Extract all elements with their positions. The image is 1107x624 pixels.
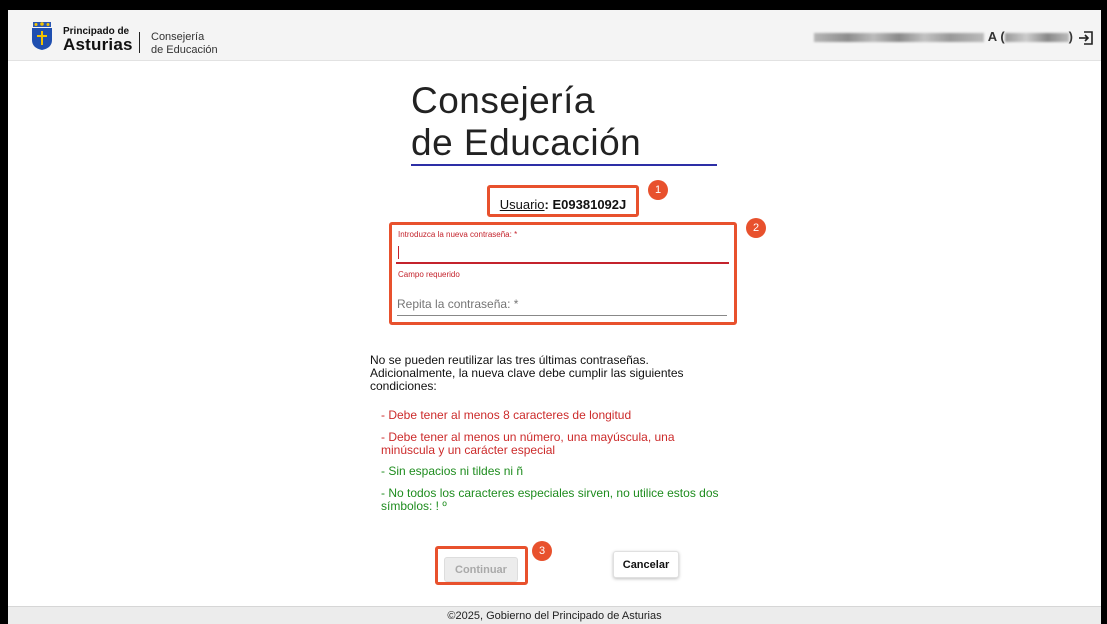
brand-subtitle-2: de Educación [151, 44, 218, 56]
new-password-underline [396, 262, 729, 264]
title-underline [411, 164, 717, 166]
brand-subtitle-1: Consejería [151, 31, 205, 43]
page-frame: Principado de Asturias Consejería de Edu… [8, 10, 1101, 624]
blurred-user-name [813, 33, 984, 43]
new-password-label: Introduzca la nueva contraseña: * [398, 230, 518, 239]
cancel-button[interactable]: Cancelar [613, 551, 679, 578]
page-title: Consejería de Educación [411, 80, 717, 164]
brand-main-text: Asturias [63, 35, 133, 54]
continue-button[interactable]: Continuar [444, 557, 518, 582]
password-rules-intro: No se pueden reutilizar las tres últimas… [370, 353, 684, 393]
required-field-error: Campo requerido [398, 270, 460, 279]
footer: ©2025, Gobierno del Principado de Asturi… [8, 606, 1101, 624]
blurred-user-id [1004, 33, 1069, 43]
annotation-marker-3: 3 [532, 541, 552, 561]
top-header: Principado de Asturias Consejería de Edu… [8, 10, 1101, 61]
annotation-marker-2: 2 [746, 218, 766, 238]
page-title-line-2: de Educación [411, 122, 642, 163]
user-info: A () [813, 29, 1073, 44]
username-display: Usuario: E09381092J [498, 197, 628, 212]
brand-divider [139, 32, 140, 53]
username-separator: : [544, 197, 549, 212]
user-name-suffix: A ( [987, 29, 1005, 44]
repeat-password-input[interactable] [397, 293, 727, 316]
rule-min-length: - Debe tener al menos 8 caracteres de lo… [381, 408, 632, 422]
new-password-input[interactable] [397, 242, 727, 262]
rule-character-mix: - Debe tener al menos un número, una may… [381, 430, 675, 457]
username-value: E09381092J [552, 197, 627, 212]
text-cursor [398, 246, 399, 259]
page-title-line-1: Consejería [411, 80, 595, 121]
annotation-marker-1: 1 [648, 180, 668, 200]
user-paren-close: ) [1068, 29, 1073, 44]
logout-icon[interactable] [1078, 30, 1094, 46]
asturias-shield-icon[interactable] [31, 22, 53, 50]
rule-no-spaces: - Sin espacios ni tildes ni ñ [381, 464, 524, 478]
username-label: Usuario [499, 197, 545, 212]
rule-forbidden-symbols: - No todos los caracteres especiales sir… [381, 486, 719, 513]
